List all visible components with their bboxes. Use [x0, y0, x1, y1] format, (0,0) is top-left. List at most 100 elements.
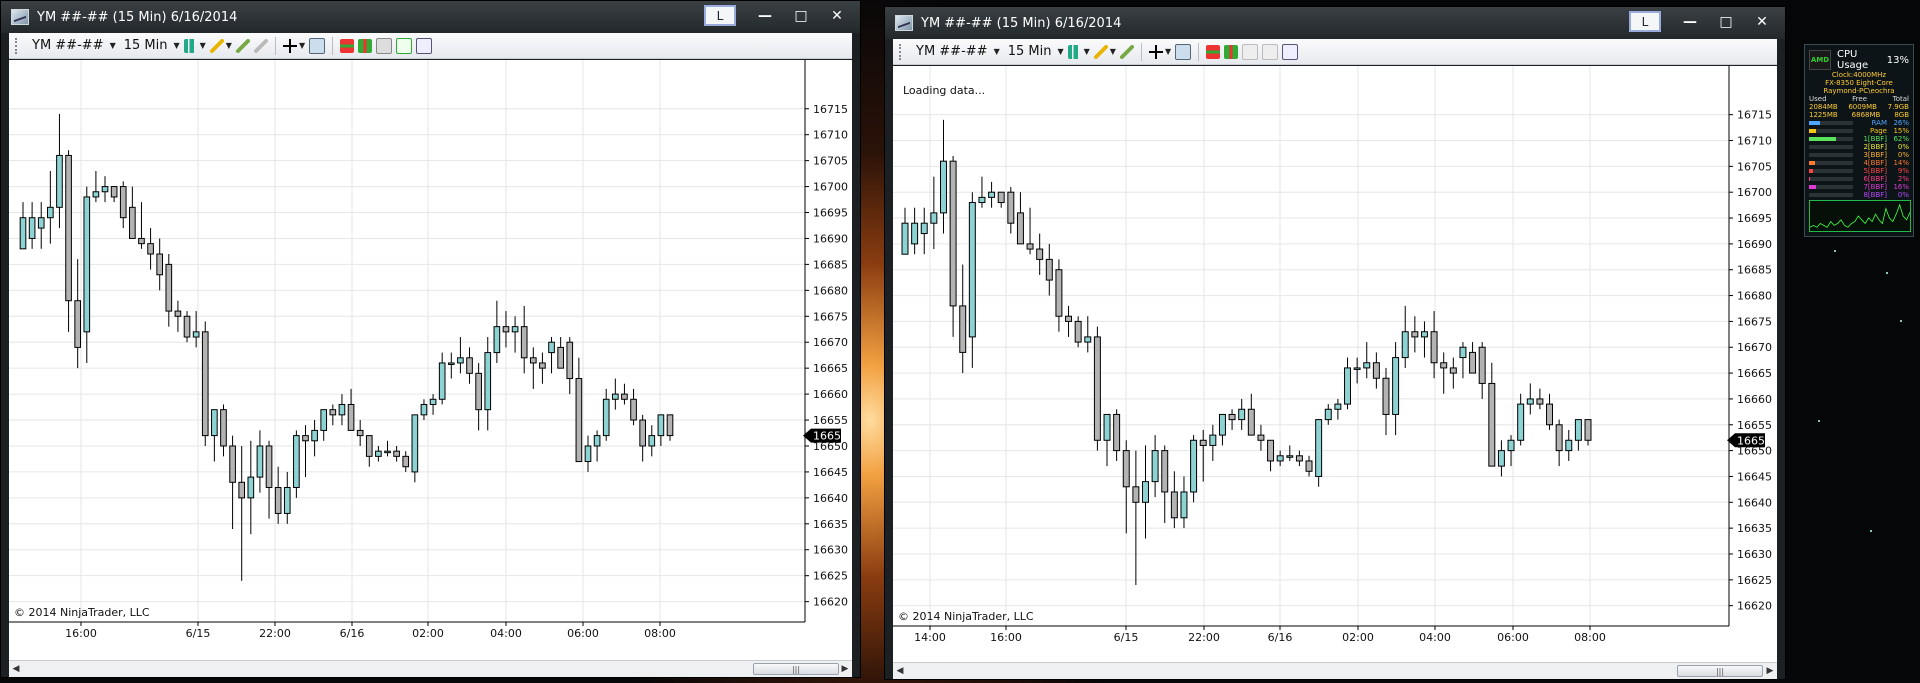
eraser-icon[interactable] [253, 38, 268, 53]
crosshair-icon[interactable] [1148, 44, 1163, 59]
drawing-dropdown-icon[interactable]: ▼ [1110, 47, 1116, 56]
zoom-icon[interactable] [309, 37, 326, 54]
usage-bar-value: 0% [1897, 151, 1909, 159]
interval-selector[interactable]: 15 Min [1004, 44, 1056, 59]
price-tick-label: 16675 [1737, 315, 1772, 328]
mem-value: 2084MB [1809, 103, 1838, 111]
cpu-history-line [1810, 203, 1910, 228]
scroll-left-arrow[interactable]: ◀ [9, 664, 23, 674]
candle-body [1430, 331, 1438, 364]
scroll-track[interactable]: ||| [907, 665, 1763, 677]
candle-body [1478, 346, 1486, 384]
chart-window-left[interactable]: YM ##-## (15 Min) 6/16/2014 L — □ ✕ YM #… [0, 0, 861, 678]
chart-window-right[interactable]: YM ##-## (15 Min) 6/16/2014 L — □ ✕ YM #… [884, 6, 1786, 680]
scroll-thumb[interactable]: ||| [1677, 665, 1763, 677]
scroll-right-arrow[interactable]: ▶ [838, 664, 852, 674]
toolbar-grip[interactable] [899, 43, 904, 60]
toolbar-separator [332, 36, 334, 55]
data-box-icon[interactable] [396, 37, 413, 54]
orders-icon[interactable] [1206, 44, 1221, 59]
crosshair-dropdown-icon[interactable]: ▼ [1165, 47, 1171, 56]
properties-icon[interactable] [416, 37, 433, 54]
scroll-left-arrow[interactable]: ◀ [893, 666, 907, 676]
candlestick-chart[interactable]: 16715 16710 16705 16700 16695 16690 16685 16680… [9, 60, 854, 663]
data-box-icon[interactable] [1262, 43, 1279, 60]
strategies-icon[interactable] [358, 38, 373, 53]
properties-icon[interactable] [1282, 43, 1299, 60]
pencil-icon[interactable] [1093, 44, 1108, 59]
desktop-star [1886, 272, 1888, 274]
candle-body [384, 450, 391, 454]
candlestick-chart[interactable]: 16715 16710 16705 16700 16695 16690 16685 16680… [893, 66, 1777, 665]
bar-type-dropdown-icon[interactable]: ▼ [1084, 47, 1090, 56]
interval-dropdown-icon[interactable]: ▼ [173, 41, 179, 50]
interval-selector[interactable]: 15 Min [120, 38, 172, 53]
candle-body [1555, 424, 1563, 452]
scroll-track[interactable]: ||| [23, 663, 839, 675]
horizontal-scrollbar[interactable]: ◀ ||| ▶ [9, 660, 852, 677]
usage-bar-label: 4[BBF] [1863, 159, 1887, 167]
candle-body [420, 403, 428, 416]
candle-body [156, 253, 164, 276]
pin-icon[interactable] [235, 38, 250, 53]
pin-icon[interactable] [1119, 44, 1134, 59]
chart-panel[interactable]: 16715 16710 16705 16700 16695 16690 16685 16680… [893, 66, 1777, 663]
candle-body [1142, 481, 1149, 503]
drawing-dropdown-icon[interactable]: ▼ [226, 41, 232, 50]
candle-body [1497, 450, 1505, 467]
title-bar[interactable]: YM ##-## (15 Min) 6/16/2014 L — □ ✕ [1, 1, 860, 33]
candle-body [1344, 367, 1351, 405]
candle-body [1132, 486, 1140, 503]
zoom-icon[interactable] [1175, 43, 1192, 60]
toolbar-grip[interactable] [15, 37, 20, 54]
link-button[interactable]: L [704, 5, 736, 26]
close-button[interactable]: ✕ [1745, 11, 1779, 33]
candle-body [37, 217, 45, 229]
scroll-right-arrow[interactable]: ▶ [1763, 666, 1777, 676]
price-tick-label: 16670 [813, 336, 848, 349]
amd-logo-icon: AMD [1809, 50, 1831, 70]
bar-type-icon[interactable] [1067, 44, 1082, 59]
horizontal-scrollbar[interactable]: ◀ ||| ▶ [893, 662, 1777, 679]
template-icon[interactable] [1242, 43, 1259, 60]
minimize-button[interactable]: — [748, 5, 782, 27]
candle-body [1122, 450, 1130, 488]
candle-body [293, 435, 300, 488]
price-tick-label: 16660 [1737, 393, 1772, 406]
usage-bar-label: Page [1870, 127, 1887, 135]
candle-body [220, 409, 227, 447]
toolbar-separator [1198, 42, 1200, 61]
maximize-button[interactable]: □ [784, 5, 818, 27]
close-button[interactable]: ✕ [820, 5, 854, 27]
instrument-dropdown-icon[interactable]: ▼ [110, 41, 116, 50]
candle-body [1420, 331, 1428, 338]
time-tick-label: 6/16 [340, 627, 365, 640]
crosshair-icon[interactable] [282, 38, 297, 53]
usage-bar-value: 0% [1897, 191, 1909, 199]
candle-body [65, 154, 72, 302]
instrument-dropdown-icon[interactable]: ▼ [994, 47, 1000, 56]
instrument-selector[interactable]: YM ##-## [912, 44, 992, 59]
scroll-thumb[interactable]: ||| [753, 663, 839, 675]
usage-bar-track [1809, 153, 1853, 157]
usage-bar-row: 3[BBF] 0% [1805, 151, 1913, 159]
orders-icon[interactable] [340, 38, 355, 53]
bar-type-dropdown-icon[interactable]: ▼ [200, 41, 206, 50]
strategies-icon[interactable] [1224, 44, 1239, 59]
bar-type-icon[interactable] [183, 38, 198, 53]
pencil-icon[interactable] [209, 38, 224, 53]
candle-body [1276, 455, 1284, 462]
candle-body [484, 352, 492, 411]
price-tick-label: 16705 [1737, 160, 1772, 173]
crosshair-dropdown-icon[interactable]: ▼ [299, 41, 305, 50]
cpu-usage-gadget[interactable]: AMD CPU Usage 13% Clock:4000MHz FX-8350 … [1804, 44, 1914, 237]
interval-dropdown-icon[interactable]: ▼ [1057, 47, 1063, 56]
maximize-button[interactable]: □ [1709, 11, 1743, 33]
template-icon[interactable] [376, 37, 393, 54]
title-bar[interactable]: YM ##-## (15 Min) 6/16/2014 L — □ ✕ [885, 7, 1785, 39]
price-tick-label: 16645 [1737, 470, 1772, 483]
chart-panel[interactable]: 16715 16710 16705 16700 16695 16690 16685 16680… [9, 60, 852, 661]
instrument-selector[interactable]: YM ##-## [28, 38, 108, 53]
minimize-button[interactable]: — [1673, 11, 1707, 33]
link-button[interactable]: L [1629, 11, 1661, 32]
